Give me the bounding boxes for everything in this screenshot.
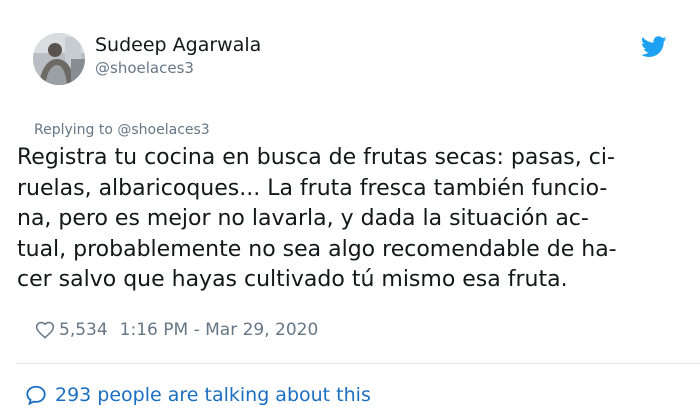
tweet-text-line: ruelas, albaricoques... La fruta fresca … (17, 175, 608, 201)
tweet-card: Sudeep Agarwala @shoelaces3 Replying to … (0, 0, 700, 419)
conversation-label[interactable]: 293 people are talking about this (55, 384, 371, 406)
author-display-name[interactable]: Sudeep Agarwala (95, 34, 261, 56)
tweet-text-line: tual, probablemente no sea algo recomend… (17, 236, 617, 262)
tweet-text-line: Registra tu cocina en busca de frutas se… (17, 145, 615, 170)
replying-to-label: Replying to @shoelaces3 (34, 122, 210, 138)
conversation-link[interactable]: 293 people are talking about this (25, 382, 371, 408)
like-count[interactable]: 5,534 (59, 320, 108, 340)
tweet-timestamp[interactable]: 1:16 PM - Mar 29, 2020 (120, 320, 319, 340)
speech-bubble-icon (26, 385, 46, 406)
heart-icon[interactable] (35, 320, 55, 340)
tweet-text: Registra tu cocina en busca de frutas se… (17, 143, 687, 296)
tweet-text-line: cer salvo que hayas cultivado tú mismo e… (17, 267, 568, 292)
divider (16, 363, 700, 364)
profile-photo-icon (33, 33, 85, 85)
twitter-bird-icon[interactable] (641, 36, 667, 58)
tweet-text-line: na, pero es mejor no lavarla, y dada la … (17, 206, 589, 231)
author-handle[interactable]: @shoelaces3 (95, 59, 194, 77)
avatar[interactable] (33, 33, 85, 85)
tweet-meta: 5,534 1:16 PM - Mar 29, 2020 (35, 318, 318, 342)
